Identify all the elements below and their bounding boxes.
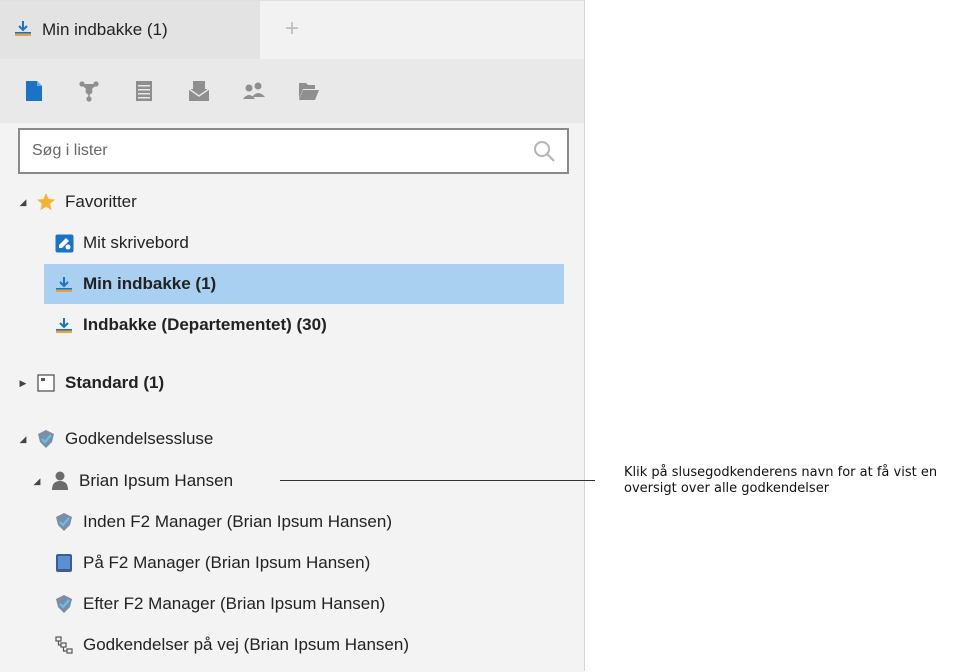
tree-item-min-indbakke[interactable]: Min indbakke (1)	[44, 264, 564, 304]
tree-item-inden-f2[interactable]: Inden F2 Manager (Brian Ipsum Hansen)	[0, 502, 584, 542]
callout-text: Klik på slusegodkenderens navn for at få…	[624, 465, 938, 496]
list-icon[interactable]	[133, 80, 155, 102]
document-icon[interactable]	[23, 80, 45, 102]
tree-group-label: Godkendelsessluse	[65, 429, 214, 448]
callout-line	[280, 480, 595, 481]
tablet-icon	[54, 553, 74, 573]
tree-item-label: Godkendelser på vej (Brian Ipsum Hansen)	[83, 635, 409, 654]
desktop-icon	[54, 233, 74, 253]
tree-item-label: Efter F2 Manager (Brian Ipsum Hansen)	[83, 594, 386, 613]
tree-item-godkendelser-paa-vej[interactable]: Godkendelser på vej (Brian Ipsum Hansen)	[0, 625, 584, 665]
inbox-icon	[54, 315, 74, 335]
lists-panel: Min indbakke (1) + ◢	[0, 0, 585, 672]
approval-icon	[54, 594, 74, 614]
approver-name[interactable]: Brian Ipsum Hansen	[79, 471, 233, 491]
tree-item-indbakke-departementet[interactable]: Indbakke (Departementet) (30)	[0, 305, 584, 345]
search-icon[interactable]	[529, 136, 559, 166]
folder-open-icon[interactable]	[298, 80, 320, 102]
collapse-arrow-icon[interactable]: ◢	[32, 476, 42, 486]
tree-item-label: Indbakke (Departementet) (30)	[83, 315, 327, 334]
users-icon[interactable]	[243, 80, 265, 102]
mail-icon[interactable]	[188, 80, 210, 102]
search-input[interactable]	[20, 141, 529, 161]
tree-group-standard[interactable]: ▶ Standard (1)	[0, 363, 584, 403]
star-icon	[36, 192, 56, 212]
tree-item-paa-f2[interactable]: På F2 Manager (Brian Ipsum Hansen)	[0, 543, 584, 583]
approval-icon	[54, 512, 74, 532]
toolbar	[0, 59, 584, 123]
tree-group-godkendelsessluse[interactable]: ◢ Godkendelsessluse	[0, 419, 584, 459]
tree-item-efter-f2[interactable]: Efter F2 Manager (Brian Ipsum Hansen)	[0, 584, 584, 624]
tree-group-label: Standard (1)	[65, 373, 165, 392]
tree-item-label: Mit skrivebord	[83, 233, 189, 252]
tree-item-approver[interactable]: ◢ Brian Ipsum Hansen	[0, 461, 584, 501]
tab-strip: Min indbakke (1) +	[0, 1, 584, 59]
network-icon[interactable]	[78, 80, 100, 102]
tab-label: Min indbakke (1)	[42, 20, 168, 39]
search-box[interactable]	[18, 128, 569, 174]
tree-item-label: Inden F2 Manager (Brian Ipsum Hansen)	[83, 512, 392, 531]
list-box-icon	[36, 373, 56, 393]
collapse-arrow-icon[interactable]: ◢	[18, 434, 28, 444]
tree-item-label: Min indbakke (1)	[83, 274, 217, 293]
tree-group-favoritter[interactable]: ◢ Favoritter	[0, 182, 584, 222]
collapse-arrow-icon[interactable]: ◢	[18, 197, 28, 207]
tree-group-label: Favoritter	[65, 192, 137, 211]
tree-item-mit-skrivebord[interactable]: Mit skrivebord	[0, 223, 584, 263]
approval-icon	[36, 429, 56, 449]
inbox-icon	[14, 19, 32, 42]
tab-min-indbakke[interactable]: Min indbakke (1)	[0, 1, 260, 59]
tree-item-label: På F2 Manager (Brian Ipsum Hansen)	[83, 553, 371, 572]
add-tab-button[interactable]: +	[280, 17, 304, 42]
hierarchy-icon	[54, 635, 74, 655]
expand-arrow-icon[interactable]: ▶	[18, 378, 28, 388]
user-icon	[50, 471, 70, 491]
inbox-icon	[54, 274, 74, 294]
